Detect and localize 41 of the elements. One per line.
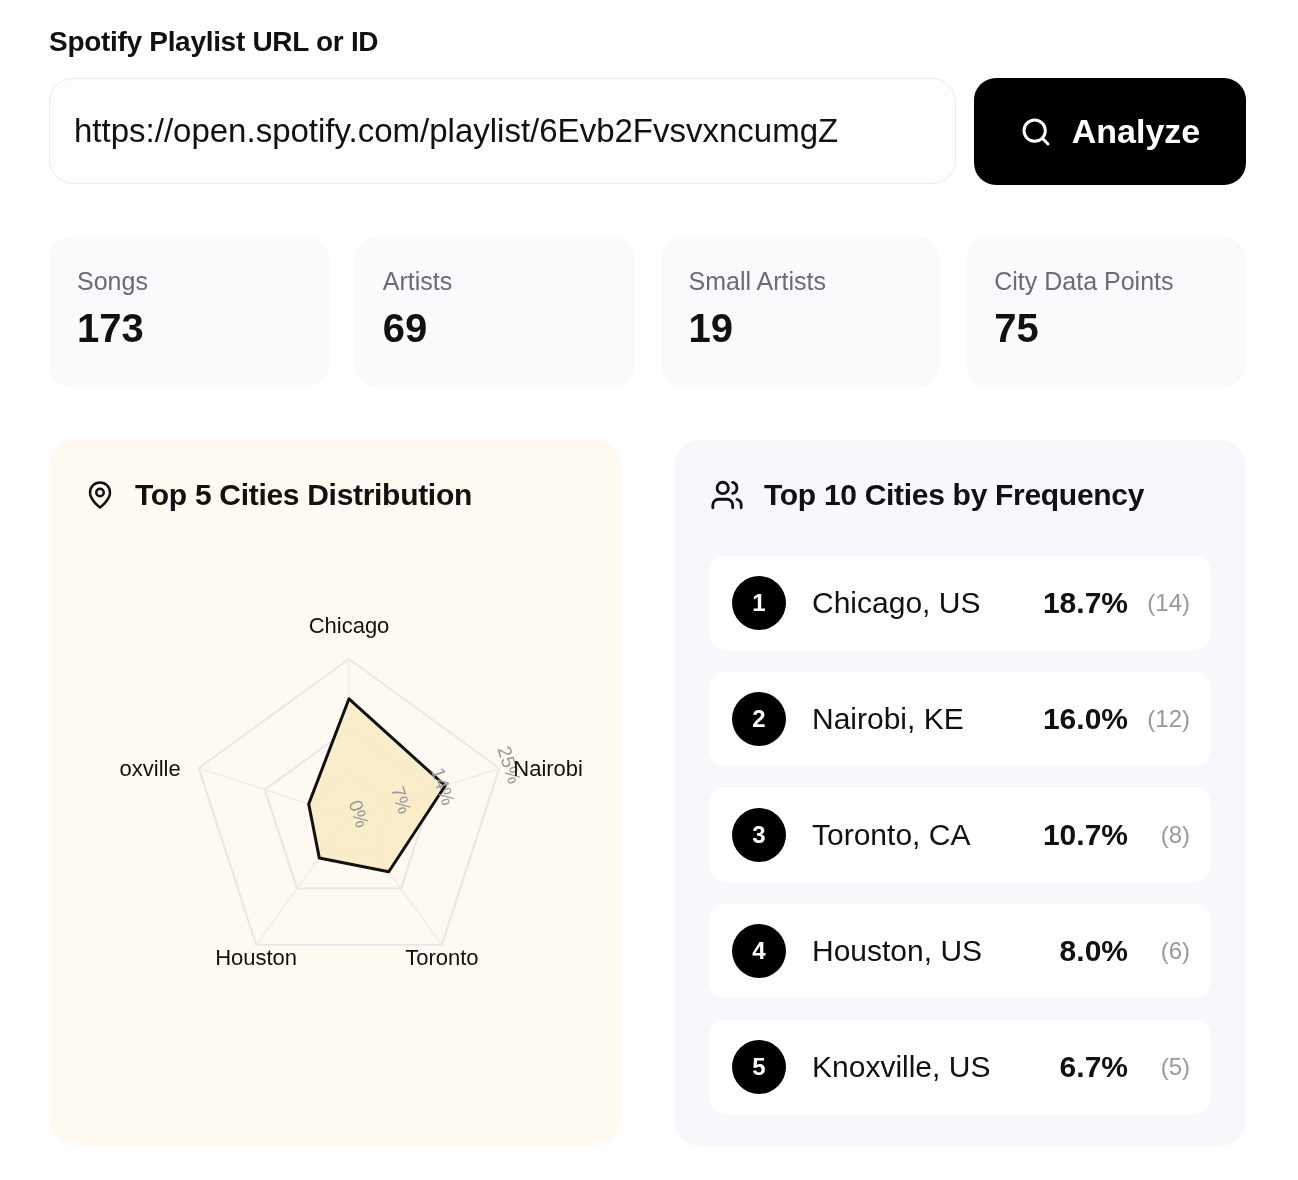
city-percent: 18.7% (1042, 586, 1128, 620)
city-percent: 10.7% (1042, 818, 1128, 852)
rank-badge: 2 (732, 692, 786, 746)
rank-badge: 4 (732, 924, 786, 978)
city-percent: 6.7% (1059, 1050, 1128, 1084)
card-title: Top 10 Cities by Frequency (764, 478, 1145, 512)
stat-label: Songs (77, 267, 149, 296)
city-count: (12) (1146, 705, 1190, 733)
rank-badge: 5 (732, 1040, 786, 1094)
city-percent: 8.0% (1059, 934, 1128, 968)
rank-badge: 1 (732, 576, 786, 630)
city-count: (8) (1159, 821, 1190, 849)
city-name: Knoxville, US (812, 1050, 992, 1084)
tick-label: 7% (386, 783, 416, 817)
city-count: (6) (1159, 937, 1190, 965)
stat-value: 69 (382, 306, 429, 351)
stat-label: City Data Points (994, 267, 1175, 296)
city-name: Nairobi, KE (812, 702, 965, 736)
users-icon (710, 478, 744, 512)
rank-badge: 3 (732, 808, 786, 862)
axis-label: Chicago (308, 613, 390, 638)
city-name: Toronto, CA (812, 818, 972, 852)
axis-label: Houston (215, 944, 298, 970)
axis-label: oxville (119, 756, 181, 782)
stat-value: 19 (688, 306, 734, 351)
tick-label: 14% (427, 765, 459, 808)
city-name: Houston, US (812, 934, 984, 968)
field-label: Spotify Playlist URL or ID (49, 26, 380, 58)
card-title: Top 5 Cities Distribution (135, 478, 472, 512)
url-field[interactable]: https://open.spotify.com/playlist/6Evb2FvsvxncumgZ (49, 78, 956, 184)
city-count: (14) (1146, 589, 1190, 617)
analyze-button[interactable]: Analyze (974, 78, 1246, 185)
city-count: (5) (1159, 1053, 1190, 1081)
stat-label: Small Artists (688, 267, 828, 296)
stat-value: 75 (994, 306, 1040, 351)
stat-value: 173 (77, 306, 145, 351)
stat-label: Artists (382, 267, 454, 296)
axis-label: Toronto (405, 944, 479, 970)
city-name: Chicago, US (812, 586, 982, 620)
city-percent: 16.0% (1042, 702, 1128, 736)
tick-label: 0% (344, 797, 374, 831)
